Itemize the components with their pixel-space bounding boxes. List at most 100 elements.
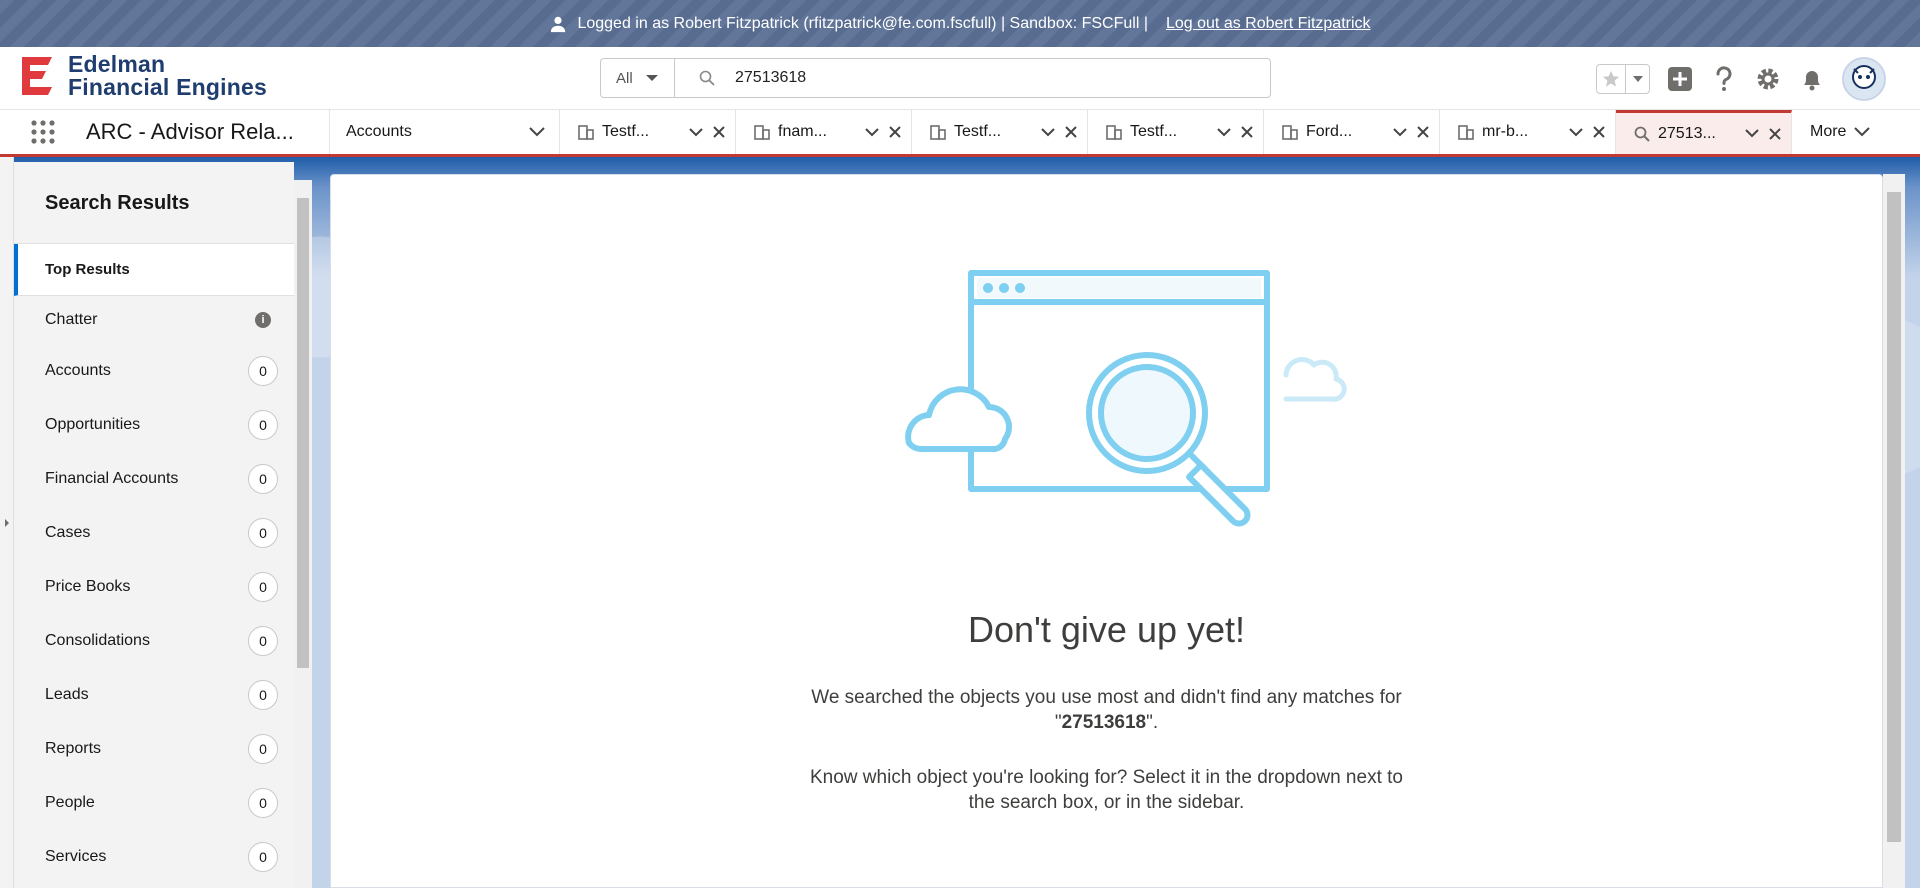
user-avatar[interactable] bbox=[1842, 57, 1886, 101]
main-scrollbar[interactable] bbox=[1883, 174, 1905, 888]
tab-label: Testf... bbox=[602, 123, 650, 140]
favorites-dropdown-icon[interactable] bbox=[1626, 65, 1649, 93]
search-results-panel: Don't give up yet! We searched the objec… bbox=[330, 174, 1883, 888]
sidebar-item-cases[interactable]: Cases 0 bbox=[14, 506, 294, 560]
chevron-down-icon[interactable] bbox=[1393, 127, 1407, 137]
sidebar-item-label: People bbox=[45, 794, 95, 811]
chevron-down-icon[interactable] bbox=[1041, 127, 1055, 137]
tab-label: Testf... bbox=[1130, 123, 1178, 140]
logo-mark-icon bbox=[22, 57, 52, 95]
workspace-tab[interactable]: mr-b... bbox=[1440, 110, 1616, 154]
chevron-down-icon[interactable] bbox=[1569, 127, 1583, 137]
more-tabs-button[interactable]: More bbox=[1792, 110, 1888, 154]
logo-line-1: Edelman bbox=[68, 51, 166, 77]
workspace-tab[interactable]: fnam... bbox=[736, 110, 912, 154]
chevron-down-icon[interactable] bbox=[865, 127, 879, 137]
search-icon bbox=[1634, 126, 1650, 142]
sidebar-item-chatter[interactable]: Chatter i bbox=[14, 296, 294, 344]
global-search[interactable] bbox=[674, 58, 1271, 98]
sidebar-item-accounts[interactable]: Accounts 0 bbox=[14, 344, 294, 398]
chevron-down-icon[interactable] bbox=[1745, 129, 1759, 138]
tab-label: 27513... bbox=[1658, 124, 1716, 142]
logo-line-2: Financial Engines bbox=[68, 74, 267, 100]
scrollbar-thumb[interactable] bbox=[1887, 192, 1901, 842]
favorites-control[interactable] bbox=[1596, 64, 1650, 94]
workspace-tab[interactable]: Ford... bbox=[1264, 110, 1440, 154]
sidebar-item-reports[interactable]: Reports 0 bbox=[14, 722, 294, 776]
search-icon bbox=[699, 70, 715, 86]
close-icon[interactable] bbox=[713, 126, 725, 138]
result-count-badge: 0 bbox=[248, 734, 278, 764]
nav-accounts-label: Accounts bbox=[346, 123, 412, 140]
searched-term: 27513618 bbox=[1061, 712, 1147, 733]
scrollbar-thumb[interactable] bbox=[297, 198, 309, 668]
account-icon bbox=[1106, 125, 1122, 140]
account-icon bbox=[1458, 125, 1474, 140]
setup-gear-icon[interactable] bbox=[1754, 65, 1782, 93]
close-icon[interactable] bbox=[1065, 126, 1077, 138]
sidebar-item-leads[interactable]: Leads 0 bbox=[14, 668, 294, 722]
notifications-bell-icon[interactable] bbox=[1798, 65, 1826, 93]
close-icon[interactable] bbox=[1593, 126, 1605, 138]
empty-state-message-line: We searched the objects you use most and… bbox=[811, 687, 1402, 708]
favorite-star-icon[interactable] bbox=[1597, 65, 1627, 93]
close-icon[interactable] bbox=[1769, 127, 1781, 140]
chevron-down-icon[interactable] bbox=[689, 127, 703, 137]
sidebar-item-label: Leads bbox=[45, 686, 89, 703]
result-count-badge: 0 bbox=[248, 410, 278, 440]
sidebar-item-financial-accounts[interactable]: Financial Accounts 0 bbox=[14, 452, 294, 506]
open-quote: " bbox=[1054, 712, 1062, 733]
info-icon[interactable]: i bbox=[255, 312, 271, 328]
search-scope-dropdown[interactable]: All bbox=[600, 58, 674, 98]
tab-label: Ford... bbox=[1306, 123, 1353, 140]
sidebar-item-consolidations[interactable]: Consolidations 0 bbox=[14, 614, 294, 668]
content-area: Search Results Top Results Chatter i Acc… bbox=[0, 157, 1920, 888]
empty-state-hint: Know which object you're looking for? Se… bbox=[331, 765, 1882, 815]
astro-avatar-icon bbox=[1844, 59, 1884, 99]
sidebar-item-services[interactable]: Services 0 bbox=[14, 830, 294, 884]
empty-search-illustration bbox=[905, 270, 1347, 527]
sidebar-item-price-books[interactable]: Price Books 0 bbox=[14, 560, 294, 614]
sidebar-item-people[interactable]: People 0 bbox=[14, 776, 294, 830]
search-results-sidebar: Search Results Top Results Chatter i Acc… bbox=[14, 162, 294, 888]
sidebar-item-label: Top Results bbox=[45, 261, 130, 278]
workspace-tab[interactable]: Testf... bbox=[560, 110, 736, 154]
empty-state-hint-line-2: the search box, or in the sidebar. bbox=[968, 792, 1245, 813]
close-icon[interactable] bbox=[1417, 126, 1429, 138]
sidebar-item-label: Reports bbox=[45, 740, 102, 757]
search-scope-label: All bbox=[616, 69, 633, 87]
app-name: ARC - Advisor Rela... bbox=[86, 110, 330, 154]
sidebar-item-label: Price Books bbox=[45, 578, 131, 595]
company-logo[interactable]: Edelman Financial Engines bbox=[18, 53, 267, 99]
help-icon[interactable] bbox=[1710, 65, 1738, 93]
close-icon[interactable] bbox=[889, 126, 901, 138]
global-actions-add-icon[interactable] bbox=[1666, 65, 1694, 93]
account-icon bbox=[1282, 125, 1298, 140]
sidebar-item-label: Chatter bbox=[45, 311, 98, 328]
empty-state-message: We searched the objects you use most and… bbox=[331, 685, 1882, 735]
chevron-down-icon[interactable] bbox=[1217, 127, 1231, 137]
logout-link[interactable]: Log out as Robert Fitzpatrick bbox=[1166, 15, 1371, 33]
account-icon bbox=[578, 125, 594, 140]
workspace-tab-active[interactable]: 27513... bbox=[1616, 110, 1792, 154]
caret-down-icon bbox=[645, 75, 658, 81]
workspace-tab[interactable]: Testf... bbox=[1088, 110, 1264, 154]
sidebar-scrollbar[interactable] bbox=[294, 180, 312, 888]
workspace-tab[interactable]: Testf... bbox=[912, 110, 1088, 154]
more-label: More bbox=[1810, 123, 1847, 140]
search-input[interactable] bbox=[735, 69, 1235, 87]
empty-state-hint-line-1: Know which object you're looking for? Se… bbox=[810, 767, 1403, 788]
chevron-down-icon[interactable] bbox=[529, 127, 545, 137]
sidebar-title: Search Results bbox=[14, 162, 294, 244]
user-icon bbox=[551, 16, 566, 32]
app-launcher-icon[interactable] bbox=[0, 110, 86, 154]
nav-item-accounts[interactable]: Accounts bbox=[330, 110, 560, 154]
close-quote: ". bbox=[1146, 712, 1159, 733]
sidebar-collapse-handle[interactable] bbox=[0, 157, 14, 888]
sidebar-item-label: Accounts bbox=[45, 362, 111, 379]
close-icon[interactable] bbox=[1241, 126, 1253, 138]
tab-label: fnam... bbox=[778, 123, 827, 140]
sidebar-item-opportunities[interactable]: Opportunities 0 bbox=[14, 398, 294, 452]
sidebar-item-top-results[interactable]: Top Results bbox=[14, 244, 294, 296]
result-count-badge: 0 bbox=[248, 572, 278, 602]
